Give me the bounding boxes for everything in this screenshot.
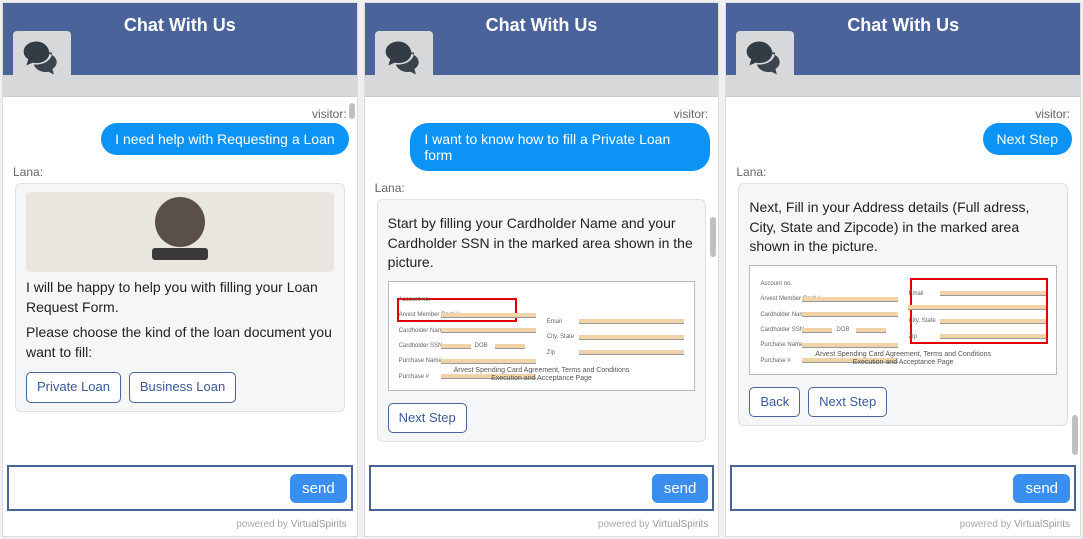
footer-link[interactable]: VirtualSpirits xyxy=(652,519,708,530)
input-bar: send xyxy=(730,465,1076,511)
bot-message-card: Start by filling your Cardholder Name an… xyxy=(377,199,707,442)
send-button[interactable]: send xyxy=(1013,474,1070,503)
bot-text-line: Please choose the kind of the loan docum… xyxy=(26,323,334,362)
chat-header: Chat With Us xyxy=(365,3,719,75)
bot-message-card: I will be happy to help you with filling… xyxy=(15,183,345,412)
scrollbar-thumb[interactable] xyxy=(349,103,355,119)
user-message: I need help with Requesting a Loan xyxy=(101,123,349,155)
chat-bubbles-icon xyxy=(743,36,787,85)
chat-logo xyxy=(13,31,71,89)
footer-prefix: powered by xyxy=(960,519,1014,530)
footer-prefix: powered by xyxy=(598,519,652,530)
option-row: Back Next Step xyxy=(749,383,1057,417)
header-title: Chat With Us xyxy=(486,15,598,36)
chat-panel-2: Chat With Us visitor: I want to know how… xyxy=(364,2,720,537)
chat-panel-3: Chat With Us visitor: Next Step Lana: Ne… xyxy=(725,2,1081,537)
message-input[interactable] xyxy=(736,476,1013,500)
chat-logo xyxy=(375,31,433,89)
footer: powered by VirtualSpirits xyxy=(3,515,357,536)
form-preview-image: Account no. Arvest Member Card # Cardhol… xyxy=(749,265,1057,375)
chat-panel-1: Chat With Us visitor: I need help with R… xyxy=(2,2,358,537)
user-message: Next Step xyxy=(983,123,1072,155)
scrollbar-thumb[interactable] xyxy=(1072,415,1078,455)
message-input[interactable] xyxy=(13,476,290,500)
send-button[interactable]: send xyxy=(652,474,709,503)
header-title: Chat With Us xyxy=(847,15,959,36)
visitor-label: visitor: xyxy=(736,107,1070,121)
bot-message-card: Next, Fill in your Address details (Full… xyxy=(738,183,1068,426)
message-area[interactable]: visitor: Next Step Lana: Next, Fill in y… xyxy=(726,97,1080,461)
back-button[interactable]: Back xyxy=(749,387,800,417)
footer-link[interactable]: VirtualSpirits xyxy=(1014,519,1070,530)
footer-prefix: powered by xyxy=(236,519,290,530)
chat-logo xyxy=(736,31,794,89)
form-preview-image: Account no. Arvest Member Card # Cardhol… xyxy=(388,281,696,391)
next-step-button[interactable]: Next Step xyxy=(808,387,887,417)
option-row: Private Loan Business Loan xyxy=(26,368,334,402)
bot-text: Next, Fill in your Address details (Full… xyxy=(749,198,1057,257)
chat-header: Chat With Us xyxy=(3,3,357,75)
message-area[interactable]: visitor: I want to know how to fill a Pr… xyxy=(365,97,719,461)
header-title: Chat With Us xyxy=(124,15,236,36)
chat-bubbles-icon xyxy=(382,36,426,85)
option-row: Next Step xyxy=(388,399,696,433)
chat-header: Chat With Us xyxy=(726,3,1080,75)
footer-link[interactable]: VirtualSpirits xyxy=(291,519,347,530)
form-caption: Arvest Spending Card Agreement, Terms an… xyxy=(389,367,695,384)
option-private-loan[interactable]: Private Loan xyxy=(26,372,121,402)
message-input[interactable] xyxy=(375,476,652,500)
scrollbar-thumb[interactable] xyxy=(710,217,716,257)
bot-label: Lana: xyxy=(736,165,1070,179)
stamp-image xyxy=(26,192,334,272)
bot-label: Lana: xyxy=(13,165,347,179)
bot-label: Lana: xyxy=(375,181,709,195)
input-bar: send xyxy=(7,465,353,511)
user-message: I want to know how to fill a Private Loa… xyxy=(410,123,710,171)
visitor-label: visitor: xyxy=(375,107,709,121)
bot-text: Start by filling your Cardholder Name an… xyxy=(388,214,696,273)
send-button[interactable]: send xyxy=(290,474,347,503)
visitor-label: visitor: xyxy=(13,107,347,121)
next-step-button[interactable]: Next Step xyxy=(388,403,467,433)
footer: powered by VirtualSpirits xyxy=(365,515,719,536)
chat-bubbles-icon xyxy=(20,36,64,85)
input-bar: send xyxy=(369,465,715,511)
footer: powered by VirtualSpirits xyxy=(726,515,1080,536)
message-area[interactable]: visitor: I need help with Requesting a L… xyxy=(3,97,357,461)
form-caption: Arvest Spending Card Agreement, Terms an… xyxy=(750,351,1056,368)
option-business-loan[interactable]: Business Loan xyxy=(129,372,236,402)
bot-text-line: I will be happy to help you with filling… xyxy=(26,278,334,317)
